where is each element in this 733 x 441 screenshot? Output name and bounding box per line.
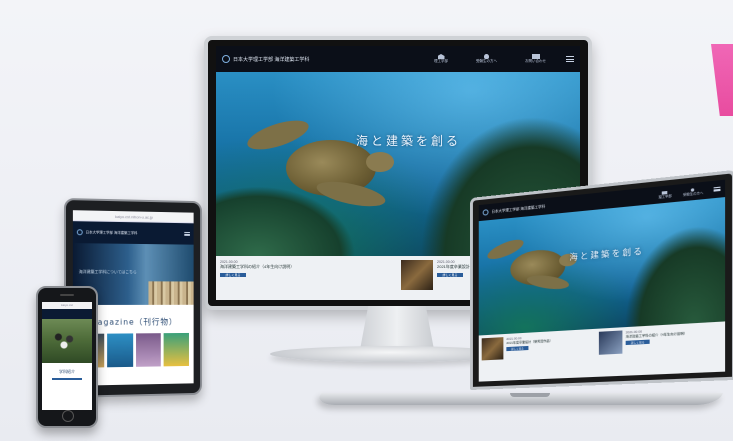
news-card[interactable]: 2021.00.00 海洋建築工学科の紹介（4年生向け説明） 詳しく見る (598, 325, 722, 374)
hamburger-icon[interactable] (184, 231, 190, 236)
site-brand-name: 日本大学理工学部 海洋建築工学科 (85, 229, 138, 235)
site-brand-name: 日本大学理工学部 海洋建築工学科 (491, 203, 546, 214)
hero-image: 海と建築を創る (478, 197, 726, 336)
nav-label: 理工学部 (434, 59, 448, 63)
site-header: 日本大学理工学部 海洋建築工学科 理工学部 受験生の方へ お問い合わせ (216, 46, 580, 72)
site-logo[interactable]: 日本大学理工学部 海洋建築工学科 (222, 55, 309, 63)
news-more-button[interactable]: 詳しく見る (625, 339, 650, 346)
shelf-photo (148, 281, 194, 305)
laptop-notch (510, 393, 550, 397)
site-brand-name: 日本大学理工学部 海洋建築工学科 (233, 56, 310, 63)
nav-label: 理工学部 (658, 193, 672, 199)
laptop-screen: 日本大学理工学部 海洋建築工学科 理工学部 受験生の方へ 海と建築を創る 202… (478, 179, 726, 382)
divider (52, 378, 82, 380)
site-header (42, 309, 92, 319)
phone-speaker (60, 294, 74, 296)
nav-item-applicants[interactable]: 受験生の方へ (476, 54, 497, 64)
logo-icon (482, 209, 489, 216)
building-icon (437, 54, 445, 59)
news-title: 海洋建築工学科の紹介（4年生向け説明） (220, 264, 295, 269)
magazine-cover[interactable] (106, 333, 133, 368)
nav-item-applicants[interactable]: 受験生の方へ (682, 187, 704, 197)
news-card[interactable]: 2021.00.00 2021年度卒業設計（優秀賞作品） 詳しく見る (481, 332, 595, 378)
tablet-hero-text[interactable]: 海洋建築工学科についてはこちら (79, 269, 137, 275)
news-thumbnail (481, 337, 504, 361)
url-text: kaiyo.cst.nihon-u.ac.jp (115, 213, 153, 220)
site-logo[interactable]: 日本大学理工学部 海洋建築工学科 (76, 229, 138, 236)
url-text: kaiyo.cst (61, 303, 73, 307)
nav-item-faculty[interactable]: 理工学部 (658, 190, 672, 199)
phone-hero-photo (42, 319, 92, 363)
logo-icon (76, 229, 83, 236)
hamburger-icon[interactable] (566, 56, 574, 62)
turtle-image (485, 233, 589, 298)
smartphone: kaiyo.cst 学科紹介 (36, 286, 98, 428)
hero-tagline: 海と建築を創る (356, 134, 462, 148)
news-more-button[interactable]: 詳しく見る (437, 273, 463, 277)
nav-item-faculty[interactable]: 理工学部 (434, 54, 448, 64)
site-logo[interactable]: 日本大学理工学部 海洋建築工学科 (482, 203, 546, 216)
laptop-site: 日本大学理工学部 海洋建築工学科 理工学部 受験生の方へ 海と建築を創る 202… (478, 179, 726, 382)
site-header: 日本大学理工学部 海洋建築工学科 (72, 221, 194, 245)
magazine-cover[interactable] (135, 333, 162, 367)
reef-right (624, 223, 726, 328)
nav-label: お問い合わせ (525, 59, 546, 63)
phone-section-label[interactable]: 学科紹介 (42, 369, 92, 375)
news-thumbnail (401, 260, 433, 290)
news-thumbnail (598, 330, 623, 355)
news-more-button[interactable]: 詳しく見る (506, 345, 529, 352)
hamburger-icon[interactable] (713, 186, 721, 192)
decorative-pink-corner (711, 44, 733, 116)
nav-item-contact[interactable]: お問い合わせ (525, 54, 546, 64)
laptop: 日本大学理工学部 海洋建築工学科 理工学部 受験生の方へ 海と建築を創る 202… (470, 169, 733, 390)
home-button[interactable] (62, 410, 74, 422)
phone-screen: kaiyo.cst 学科紹介 (42, 302, 92, 410)
news-card[interactable]: 2021.00.00 海洋建築工学科の紹介（4年生向け説明） 詳しく見る (220, 260, 395, 296)
logo-icon (222, 55, 230, 63)
phone-url-bar[interactable]: kaiyo.cst (42, 302, 92, 309)
nav-label: 受験生の方へ (476, 59, 497, 63)
nav-label: 受験生の方へ (682, 189, 704, 197)
news-more-button[interactable]: 詳しく見る (220, 273, 246, 277)
magazine-cover[interactable] (163, 332, 189, 367)
